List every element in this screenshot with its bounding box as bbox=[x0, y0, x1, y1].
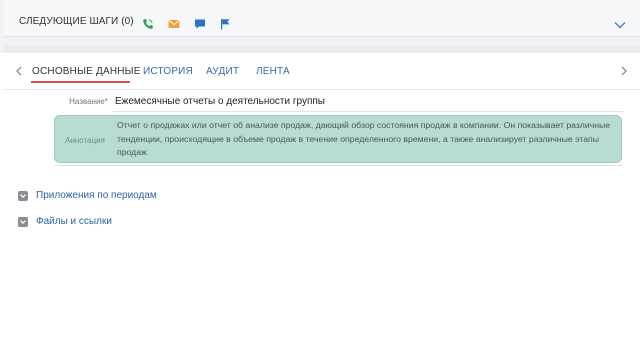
next-steps-header[interactable]: СЛЕДУЮЩИЕ ШАГИ (0) bbox=[4, 0, 640, 37]
flag-icon[interactable] bbox=[219, 18, 231, 30]
chat-icon[interactable] bbox=[194, 18, 206, 30]
annotation-field[interactable]: Аннотация Отчет о продажах или отчет об … bbox=[54, 115, 622, 163]
name-field-underline bbox=[113, 111, 623, 112]
section-files-links-label[interactable]: Файлы и ссылки bbox=[36, 216, 112, 227]
section-files-links[interactable]: Файлы и ссылки bbox=[18, 216, 218, 230]
section-period-attachments[interactable]: Приложения по периодам bbox=[18, 190, 218, 204]
section-period-attachments-label[interactable]: Приложения по периодам bbox=[36, 190, 157, 201]
annotation-text[interactable]: Отчет о продажах или отчет об анализе пр… bbox=[117, 119, 612, 160]
chevron-right-icon[interactable] bbox=[620, 66, 628, 76]
email-icon[interactable] bbox=[168, 18, 180, 30]
active-tab-indicator bbox=[31, 81, 130, 83]
phone-icon[interactable] bbox=[142, 18, 154, 30]
name-field[interactable]: Ежемесячные отчеты о деятельности группы bbox=[115, 96, 325, 107]
annotation-label: Аннотация bbox=[65, 136, 105, 145]
name-field-label: Название* bbox=[69, 97, 108, 106]
tab-history[interactable]: ИСТОРИЯ bbox=[143, 66, 193, 77]
name-label-text: Название bbox=[69, 97, 105, 106]
tab-feed[interactable]: ЛЕНТА bbox=[256, 66, 290, 77]
tab-main-data[interactable]: ОСНОВНЫЕ ДАННЫЕ bbox=[32, 66, 141, 77]
tabs-bar: ОСНОВНЫЕ ДАННЫЕ ИСТОРИЯ АУДИТ ЛЕНТА bbox=[4, 53, 640, 90]
next-steps-title: СЛЕДУЮЩИЕ ШАГИ (0) bbox=[19, 16, 134, 27]
expand-toggle-icon[interactable] bbox=[18, 191, 28, 201]
tab-audit[interactable]: АУДИТ bbox=[206, 66, 239, 77]
chevron-left-icon[interactable] bbox=[15, 66, 23, 76]
divider-strip bbox=[4, 46, 640, 53]
expand-toggle-icon[interactable] bbox=[18, 217, 28, 227]
annotation-underline bbox=[54, 165, 622, 166]
required-marker: * bbox=[104, 97, 108, 106]
chevron-down-icon[interactable] bbox=[614, 21, 626, 29]
